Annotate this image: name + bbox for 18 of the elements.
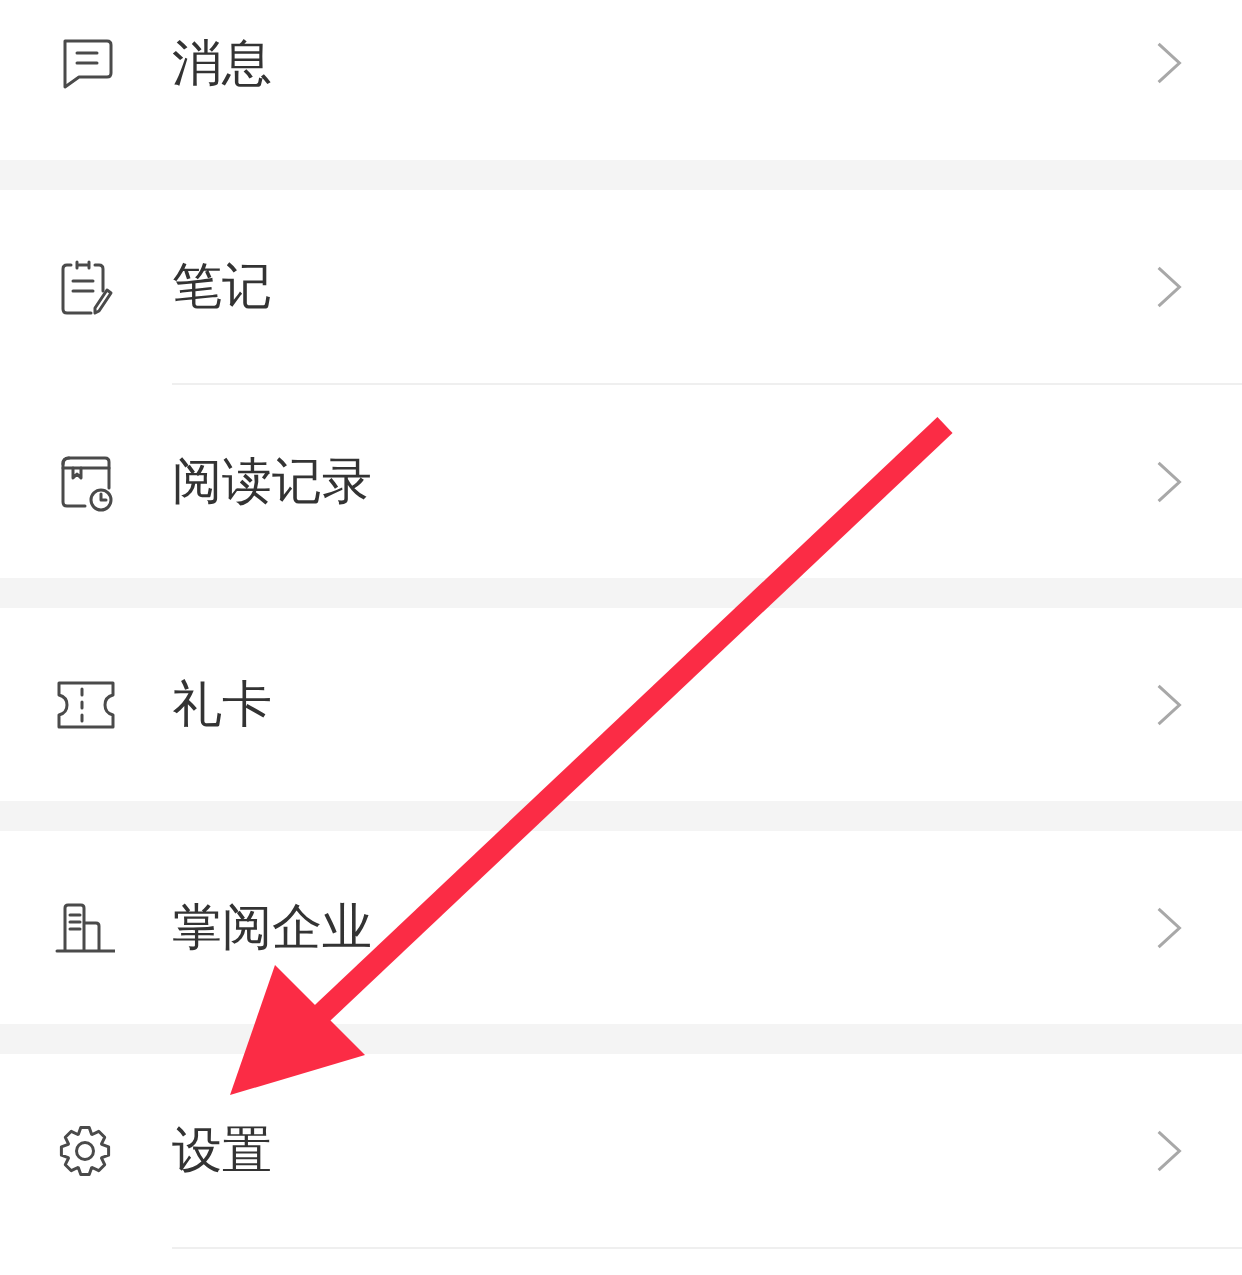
chevron-right-icon [1156, 905, 1182, 950]
menu-item[interactable]: 设置 [0, 1054, 1242, 1247]
menu-item[interactable]: 礼卡 [0, 608, 1242, 801]
chevron-right-icon [1156, 264, 1182, 309]
chevron-right-icon [1156, 459, 1182, 504]
menu-item[interactable]: 消息 [0, 0, 1242, 160]
menu-item[interactable]: 笔记 [0, 190, 1242, 383]
menu-item[interactable]: 掌阅企业 [0, 831, 1242, 1024]
menu-label: 消息 [172, 32, 273, 94]
menu-label: 阅读记录 [172, 451, 373, 512]
menu-label: 设置 [172, 1120, 273, 1181]
menu-item[interactable]: 阅读记录 [0, 385, 1242, 578]
menu-label: 礼卡 [172, 674, 273, 735]
menu-label: 笔记 [172, 256, 273, 317]
chevron-right-icon [1156, 41, 1182, 85]
chevron-right-icon [1156, 1128, 1182, 1173]
chevron-right-icon [1156, 682, 1182, 727]
menu-label: 掌阅企业 [172, 897, 373, 958]
